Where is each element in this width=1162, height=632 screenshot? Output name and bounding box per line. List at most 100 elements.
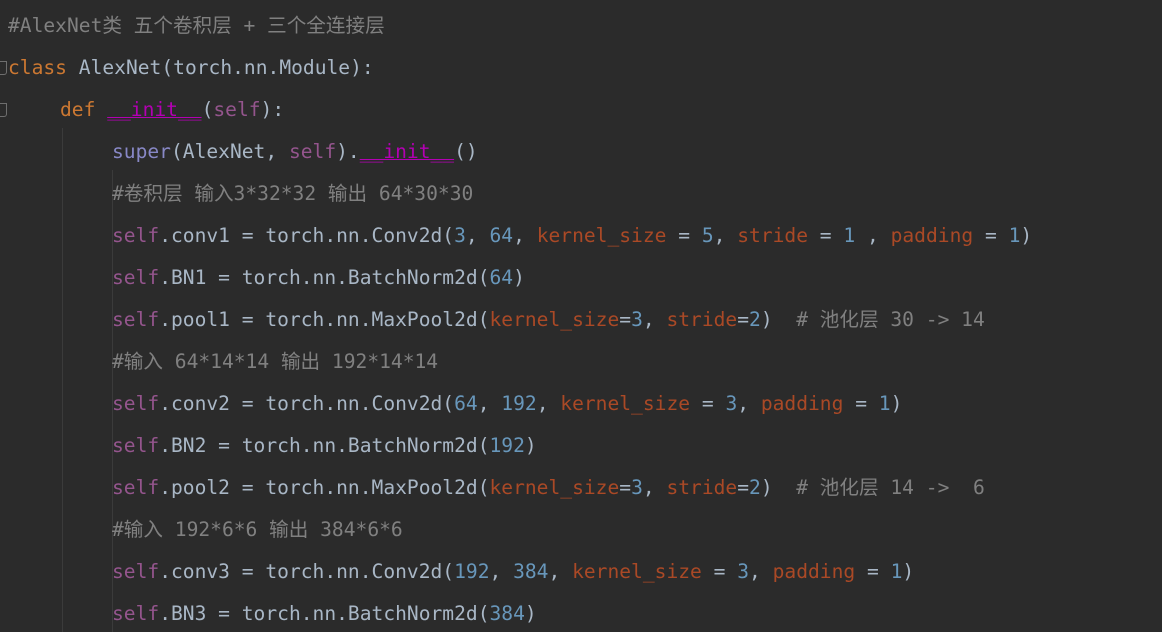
code-token: 3: [725, 392, 738, 415]
code-token: ,: [548, 560, 573, 583]
code-line[interactable]: #输入 64*14*14 输出 192*14*14: [112, 349, 438, 375]
code-line[interactable]: def __init__(self):: [60, 97, 284, 123]
code-token: .BN2 = torch.nn.BatchNorm2d(: [159, 434, 490, 457]
code-line[interactable]: self.BN3 = torch.nn.BatchNorm2d(384): [112, 601, 537, 627]
code-line[interactable]: #AlexNet类 五个卷积层 + 三个全连接层: [8, 13, 385, 39]
code-token: =: [701, 560, 738, 583]
code-token: 192: [489, 434, 525, 457]
code-token: ,: [513, 224, 537, 247]
code-token: self: [213, 98, 261, 121]
code-token: class: [8, 56, 67, 79]
code-token: AlexNet(torch.nn.Module):: [66, 56, 374, 79]
code-token: ): [513, 266, 525, 289]
code-token: stride: [666, 308, 738, 331]
code-token: self: [112, 392, 160, 415]
code-token: 64: [489, 266, 514, 289]
code-token: 192: [454, 560, 490, 583]
code-token: (): [454, 140, 478, 163]
code-token: ): [760, 476, 797, 499]
code-token: 1: [1008, 224, 1021, 247]
code-token: =: [973, 224, 1009, 247]
indent-guide-class: [62, 128, 63, 632]
code-line[interactable]: #输入 192*6*6 输出 384*6*6: [112, 517, 403, 543]
code-token: 5: [701, 224, 714, 247]
code-token: 1: [878, 392, 891, 415]
code-token: self: [112, 560, 160, 583]
code-token: ):: [260, 98, 285, 121]
code-token: 1: [843, 224, 856, 247]
code-token: self: [112, 476, 160, 499]
code-token: .pool2 = torch.nn.MaxPool2d(: [159, 476, 490, 499]
code-token: ,: [713, 224, 738, 247]
code-token: kernel_size: [489, 476, 620, 499]
code-token: ,: [749, 560, 773, 583]
code-token: ): [1020, 224, 1033, 247]
code-token: #输入 192*6*6 输出 384*6*6: [112, 518, 403, 541]
code-line[interactable]: self.BN1 = torch.nn.BatchNorm2d(64): [112, 265, 525, 291]
code-line[interactable]: self.pool2 = torch.nn.MaxPool2d(kernel_s…: [112, 475, 985, 501]
code-line[interactable]: super(AlexNet, self).__init__(): [112, 139, 478, 165]
code-line[interactable]: #卷积层 输入3*32*32 输出 64*30*30: [112, 181, 473, 207]
code-token: ,: [855, 224, 891, 247]
code-token: ,: [465, 224, 490, 247]
code-token: .BN3 = torch.nn.BatchNorm2d(: [159, 602, 490, 625]
code-token: 384: [513, 560, 549, 583]
code-token: =: [737, 308, 750, 331]
code-token: ,: [737, 392, 761, 415]
code-token: ): [902, 560, 915, 583]
code-token: .conv1 = torch.nn.Conv2d(: [159, 224, 455, 247]
code-editor[interactable]: #AlexNet类 五个卷积层 + 三个全连接层 class AlexNet(to…: [0, 0, 1162, 632]
code-token: 3: [454, 224, 466, 247]
code-line[interactable]: self.conv2 = torch.nn.Conv2d(64, 192, ke…: [112, 391, 902, 417]
code-token: 3: [631, 476, 643, 499]
code-line[interactable]: self.conv1 = torch.nn.Conv2d(3, 64, kern…: [112, 223, 1032, 249]
code-token: 2: [749, 476, 761, 499]
code-token: kernel_size: [572, 560, 702, 583]
code-token: self: [112, 308, 160, 331]
code-token: =: [666, 224, 702, 247]
code-token: ): [524, 434, 537, 457]
code-token: 3: [737, 560, 750, 583]
code-line[interactable]: self.conv3 = torch.nn.Conv2d(192, 384, k…: [112, 559, 914, 585]
code-line[interactable]: class AlexNet(torch.nn.Module):: [8, 55, 374, 81]
code-token: 64: [489, 224, 514, 247]
code-token: # 池化层 14 -> 6: [796, 476, 985, 499]
code-token: .BN1 = torch.nn.BatchNorm2d(: [159, 266, 490, 289]
code-token: self: [112, 602, 160, 625]
code-line[interactable]: self.pool1 = torch.nn.MaxPool2d(kernel_s…: [112, 307, 985, 333]
code-token: 2: [749, 308, 761, 331]
code-token: super: [112, 140, 171, 163]
code-token: =: [619, 476, 632, 499]
code-token: =: [808, 224, 844, 247]
code-token: #AlexNet类 五个卷积层 + 三个全连接层: [8, 14, 385, 37]
code-token: __init__: [107, 98, 202, 121]
code-token: =: [619, 308, 632, 331]
fold-def-icon[interactable]: [0, 103, 7, 117]
code-token: 192: [501, 392, 537, 415]
code-token: self: [112, 224, 160, 247]
code-token: kernel_size: [489, 308, 620, 331]
code-token: ): [524, 602, 537, 625]
code-token: padding: [760, 392, 844, 415]
code-token: padding: [890, 224, 974, 247]
code-token: self: [288, 140, 337, 163]
code-token: 1: [890, 560, 903, 583]
code-token: =: [737, 476, 750, 499]
code-token: =: [843, 392, 879, 415]
code-token: ): [760, 308, 797, 331]
code-token: 384: [489, 602, 525, 625]
code-token: .conv3 = torch.nn.Conv2d(: [159, 560, 455, 583]
code-token: =: [855, 560, 891, 583]
code-token: self: [112, 434, 160, 457]
code-token: # 池化层 30 -> 14: [796, 308, 985, 331]
code-token: ): [890, 392, 903, 415]
code-token: ,: [477, 392, 502, 415]
code-token: ,: [536, 392, 561, 415]
fold-class-icon[interactable]: [0, 61, 7, 75]
code-line[interactable]: self.BN2 = torch.nn.BatchNorm2d(192): [112, 433, 537, 459]
code-token: ,: [642, 476, 667, 499]
code-token: #卷积层 输入3*32*32 输出 64*30*30: [112, 182, 474, 205]
code-token: def: [60, 98, 96, 121]
code-token: ,: [489, 560, 514, 583]
